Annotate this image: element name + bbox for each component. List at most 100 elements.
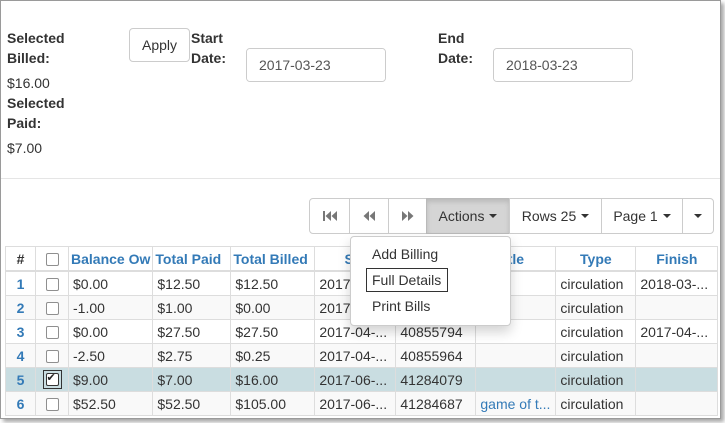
- balance-owed-cell: -1.00: [67, 295, 154, 320]
- total-paid-cell: $27.50: [152, 319, 232, 344]
- check-icon: ✔: [46, 372, 56, 384]
- row-select-checkbox[interactable]: [45, 398, 59, 412]
- balance-owed-cell: $0.00: [67, 270, 154, 296]
- col-header-balance-owed[interactable]: Balance Ow: [67, 246, 154, 272]
- selected-billed-value: $16.00: [7, 75, 50, 91]
- balance-owed-cell: -2.50: [67, 343, 154, 368]
- start-date-label-line1: Start: [191, 30, 223, 46]
- row-select-checkbox[interactable]: [45, 326, 59, 340]
- col-header-finish[interactable]: Finish: [635, 246, 719, 272]
- checkbox-focus-ring: ✔: [42, 370, 62, 389]
- next-page-icon: [401, 211, 413, 221]
- table-row[interactable]: 5 ✔ $9.00 $7.00 $16.00 2017-06-... 41284079 cir…: [5, 367, 719, 392]
- start-date-input[interactable]: [247, 49, 385, 81]
- selected-paid-label-line2: Paid:: [7, 115, 42, 131]
- row-select-checkbox[interactable]: [45, 350, 59, 364]
- total-billed-cell: $0.00: [230, 295, 316, 320]
- finish-cell: 2018-03-...: [635, 270, 719, 296]
- row-checkbox-cell[interactable]: ✔: [35, 367, 69, 392]
- actions-menu: Add Billing Full Details Print Bills: [350, 236, 511, 326]
- row-checkbox-cell[interactable]: [35, 391, 69, 416]
- billing-panel: Selected Billed: $16.00 Selected Paid: $…: [0, 0, 721, 419]
- row-number: 3: [5, 319, 36, 344]
- title-cell: [475, 343, 557, 368]
- selected-billed-label-line1: Selected: [7, 30, 65, 46]
- col-header-total-billed[interactable]: Total Billed: [230, 246, 316, 272]
- menu-item-full-details[interactable]: Full Details: [372, 272, 441, 288]
- select-all-checkbox[interactable]: [45, 253, 59, 267]
- type-cell: circulation: [555, 391, 637, 416]
- total-billed-cell: $0.25: [230, 343, 316, 368]
- title-cell: [475, 367, 557, 392]
- selected-paid-label: Selected Paid:: [7, 93, 65, 133]
- col-header-type[interactable]: Type: [555, 246, 637, 272]
- row-number: 2: [5, 295, 36, 320]
- total-billed-cell: $12.50: [230, 270, 316, 296]
- total-billed-cell: $16.00: [230, 367, 316, 392]
- balance-owed-cell: $0.00: [67, 319, 154, 344]
- col-header-select-all[interactable]: [35, 246, 69, 272]
- apply-button[interactable]: Apply: [129, 28, 190, 62]
- actions-label: Actions: [438, 208, 485, 224]
- page-label: Page 1: [613, 208, 658, 224]
- first-page-icon: [322, 211, 337, 221]
- start-date-label-line2: Date:: [191, 50, 227, 66]
- row-checkbox-cell[interactable]: [35, 270, 69, 296]
- end-date-label-line1: End: [438, 30, 465, 46]
- row-select-checkbox[interactable]: [45, 302, 59, 316]
- menu-item-add-billing[interactable]: Add Billing: [372, 246, 438, 262]
- balance-owed-cell: $52.50: [67, 391, 154, 416]
- table-row[interactable]: 6 $52.50 $52.50 $105.00 2017-06-... 41284687 g…: [5, 391, 719, 416]
- caret-down-icon: [581, 214, 590, 218]
- finish-cell: 2017-04-...: [635, 319, 719, 344]
- finish-cell: [635, 295, 719, 320]
- selected-billed-label: Selected Billed:: [7, 28, 65, 68]
- end-date-label-line2: Date:: [438, 50, 474, 66]
- selected-paid-label-line1: Selected: [7, 95, 65, 111]
- id-cell: 41284687: [395, 391, 477, 416]
- rows-per-page-dropdown[interactable]: Rows 25: [509, 198, 602, 234]
- row-number: 1: [5, 270, 36, 296]
- type-cell: circulation: [555, 367, 637, 392]
- prev-page-button[interactable]: [349, 198, 389, 234]
- end-date-input[interactable]: [494, 49, 632, 81]
- row-checkbox-cell[interactable]: [35, 295, 69, 320]
- selected-billed-label-line2: Billed:: [7, 50, 50, 66]
- prev-page-icon: [363, 211, 375, 221]
- row-number: 4: [5, 343, 36, 368]
- first-page-button[interactable]: [309, 198, 350, 234]
- type-cell: circulation: [555, 343, 637, 368]
- row-select-checkbox[interactable]: [45, 278, 59, 292]
- row-number: 6: [5, 391, 36, 416]
- grid-toolbar: Actions Rows 25 Page 1: [309, 198, 714, 234]
- table-row[interactable]: 4 -2.50 $2.75 $0.25 2017-04-... 40855964 circu…: [5, 343, 719, 368]
- type-cell: circulation: [555, 270, 637, 296]
- start-cell: 2017-06-...: [314, 391, 397, 416]
- page-dropdown[interactable]: Page 1: [601, 198, 683, 234]
- end-date-label: End Date:: [438, 28, 473, 68]
- id-cell: 41284079: [395, 367, 477, 392]
- total-billed-cell: $105.00: [230, 391, 316, 416]
- finish-cell: [635, 367, 719, 392]
- start-date-group: [246, 48, 386, 82]
- row-checkbox-cell[interactable]: [35, 319, 69, 344]
- caret-down-icon: [662, 214, 671, 218]
- end-date-group: [493, 48, 633, 82]
- next-page-button[interactable]: [388, 198, 427, 234]
- row-checkbox-cell[interactable]: [35, 343, 69, 368]
- start-cell: 2017-06-...: [314, 367, 397, 392]
- col-header-index: #: [5, 246, 36, 272]
- actions-dropdown-button[interactable]: Actions: [426, 198, 510, 234]
- caret-down-icon: [694, 214, 702, 218]
- total-paid-cell: $7.00: [152, 367, 232, 392]
- rows-label: Rows 25: [521, 208, 577, 224]
- column-options-dropdown[interactable]: [682, 198, 714, 234]
- total-paid-cell: $1.00: [152, 295, 232, 320]
- row-select-checkbox[interactable]: ✔: [45, 372, 59, 386]
- finish-cell: [635, 391, 719, 416]
- total-paid-cell: $2.75: [152, 343, 232, 368]
- menu-item-print-bills[interactable]: Print Bills: [372, 298, 430, 314]
- total-billed-cell: $27.50: [230, 319, 316, 344]
- caret-down-icon: [489, 214, 498, 218]
- col-header-total-paid[interactable]: Total Paid: [152, 246, 232, 272]
